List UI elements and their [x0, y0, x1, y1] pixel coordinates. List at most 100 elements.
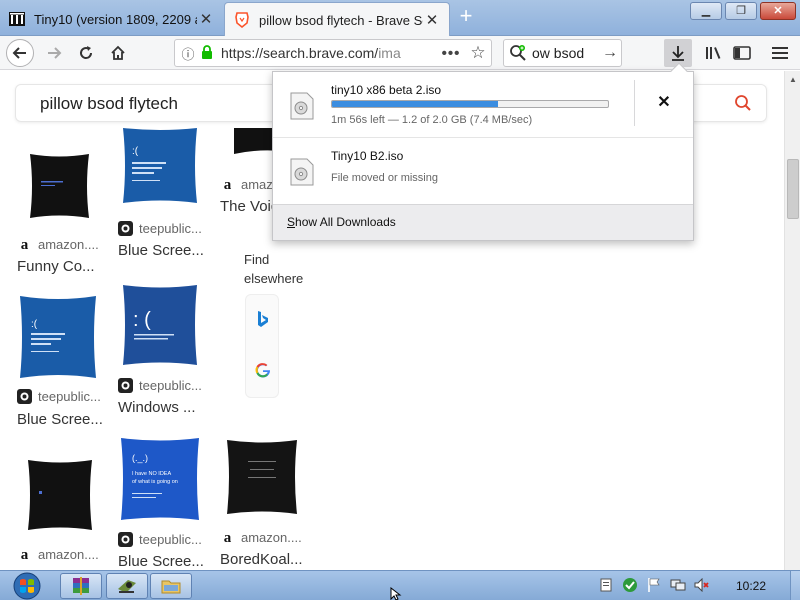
scroll-up-arrow-icon[interactable]: ▲ [789, 75, 797, 84]
download-item[interactable]: Tiny10 B2.iso File moved or missing [273, 138, 693, 204]
scrollbar-thumb[interactable] [787, 159, 799, 219]
tray-volume-muted-icon[interactable] [694, 577, 710, 593]
result-source: a amazon.... [17, 237, 99, 252]
tray-network-icon[interactable] [670, 577, 686, 593]
svg-text:of what is going on: of what is going on [132, 479, 178, 485]
brave-lion-icon [233, 11, 251, 29]
home-icon [111, 45, 125, 60]
tray-security-icon[interactable] [622, 577, 638, 593]
hamburger-menu-icon [772, 47, 788, 59]
bing-icon[interactable] [254, 309, 272, 329]
svg-text::(: :( [132, 146, 139, 157]
search-icon[interactable] [734, 94, 752, 112]
info-icon[interactable]: ⓘ [175, 44, 201, 63]
bsod-pillow-image: :( [123, 128, 197, 203]
back-arrow-icon [12, 47, 26, 59]
tab-title: Tiny10 (version 1809, 2209 and [34, 11, 197, 27]
close-tab-icon[interactable]: ✕ [197, 10, 215, 28]
image-result[interactable]: :( teepublic... Blue Scree... [17, 293, 117, 433]
taskbar-clock[interactable]: 10:22 [736, 579, 766, 593]
download-status: File moved or missing [331, 172, 438, 184]
sidebar-icon [733, 46, 751, 60]
back-button[interactable] [6, 39, 34, 67]
window-controls: ▁ ❐ ✕ [690, 2, 796, 20]
bookmark-star-icon[interactable]: ☆ [465, 43, 491, 63]
downloads-panel: tiny10 x86 beta 2.iso 1m 56s left — 1.2 … [272, 62, 694, 241]
no-idea-pillow-image: (._.) I have NO IDEA of what is going on [121, 438, 199, 520]
image-result[interactable]: :( teepublic... Blue Scree... [118, 128, 218, 263]
result-caption: Blue Scree... [118, 242, 204, 259]
amazon-logo-icon: a [20, 546, 29, 563]
image-result[interactable]: (._.) I have NO IDEA of what is going on t… [118, 435, 218, 570]
search-query: pillow bsod flytech [40, 94, 178, 113]
taskbar-winrar[interactable] [60, 573, 102, 599]
show-desktop-button[interactable] [790, 571, 800, 600]
result-source: teepublic... [118, 532, 202, 547]
start-button[interactable] [8, 572, 46, 600]
address-bar[interactable]: ⓘ https://search.brave.com/ima ••• ☆ [174, 39, 492, 67]
image-result[interactable]: a amazon.... [17, 453, 117, 570]
show-all-downloads-button[interactable]: Show All Downloads [273, 204, 693, 240]
taskbar-app[interactable] [106, 573, 148, 599]
taskbar-explorer[interactable] [150, 573, 192, 599]
tab-strip: Tiny10 (version 1809, 2209 and ✕ pillow … [0, 0, 800, 37]
download-item[interactable]: tiny10 x86 beta 2.iso 1m 56s left — 1.2 … [273, 72, 693, 138]
sidebar-button[interactable] [728, 39, 756, 67]
teepublic-logo-icon [118, 221, 133, 236]
reload-button[interactable] [72, 39, 100, 67]
minimize-button[interactable]: ▁ [690, 2, 722, 20]
result-source: teepublic... [17, 389, 101, 404]
close-tab-icon[interactable]: ✕ [423, 11, 441, 29]
tray-action-center-flag-icon[interactable] [646, 577, 662, 593]
image-result[interactable]: : ( teepublic... Windows ... [118, 280, 218, 420]
image-result[interactable]: a amazon.... Funny Co... [17, 141, 102, 276]
search-bar-text: ow bsod [532, 45, 585, 61]
google-icon[interactable] [254, 361, 272, 379]
result-caption: The Void [220, 198, 280, 215]
teepublic-logo-icon [118, 532, 133, 547]
home-button[interactable] [104, 39, 132, 67]
result-caption: Funny Co... [17, 258, 95, 275]
download-status: 1m 56s left — 1.2 of 2.0 GB (7.4 MB/sec) [331, 114, 533, 126]
amazon-logo-icon: a [223, 529, 232, 546]
tab-title: pillow bsod flytech - Brave Sea [259, 12, 423, 28]
lock-icon [201, 44, 215, 62]
page-scrollbar[interactable]: ▲ [784, 71, 800, 570]
new-tab-button[interactable]: + [455, 5, 477, 28]
amazon-logo-icon: a [20, 236, 29, 253]
download-filename: Tiny10 B2.iso [331, 149, 404, 163]
image-result[interactable]: a amazon.... BoredKoal... [220, 435, 310, 570]
menu-button[interactable] [766, 39, 794, 67]
result-source: teepublic... [118, 378, 202, 393]
disc-image-file-icon [290, 92, 314, 120]
folder-icon [161, 580, 181, 594]
black-pillow-image [227, 440, 297, 514]
black-pillow-image [30, 154, 89, 218]
tray-document-icon[interactable] [598, 577, 614, 593]
tab-tiny10[interactable]: Tiny10 (version 1809, 2209 and ✕ [0, 2, 223, 36]
result-source: a amazon.... [17, 547, 99, 562]
teepublic-logo-icon [17, 389, 32, 404]
download-progress-bar [331, 100, 609, 108]
result-source: a amazon.... [220, 530, 302, 545]
winrar-icon [73, 577, 89, 595]
library-columns-icon [8, 10, 26, 28]
search-engine-icon[interactable] [504, 40, 532, 66]
forward-arrow-icon [48, 47, 62, 59]
page-actions-button[interactable]: ••• [437, 45, 465, 62]
show-all-downloads-label: Show All Downloads [287, 215, 396, 229]
result-caption: BoredKoal... [220, 551, 303, 568]
library-button[interactable] [700, 39, 728, 67]
svg-text:(._.): (._.) [132, 453, 148, 463]
tab-brave-search[interactable]: pillow bsod flytech - Brave Sea ✕ [224, 2, 450, 37]
reload-icon [80, 46, 93, 59]
bsod-pillow-image: : ( [123, 285, 197, 365]
result-source: a amaz [220, 177, 273, 192]
cancel-download-button[interactable]: ✕ [653, 92, 675, 114]
find-elsewhere-card: Find elsewhere [236, 234, 303, 414]
forward-button[interactable] [40, 39, 68, 67]
search-go-icon[interactable]: → [599, 44, 621, 62]
search-bar[interactable]: ow bsod → [503, 39, 622, 67]
close-window-button[interactable]: ✕ [760, 2, 796, 20]
restore-button[interactable]: ❐ [725, 2, 757, 20]
